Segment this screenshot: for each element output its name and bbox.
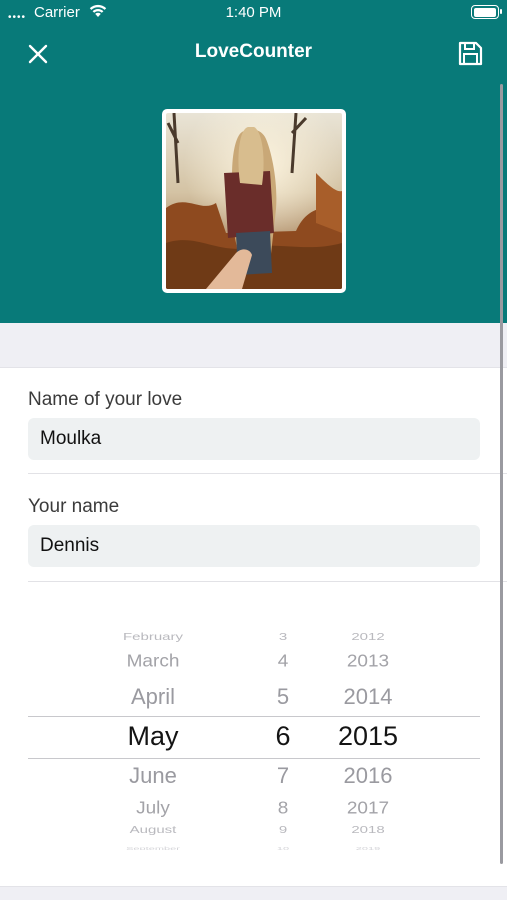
your-name-label: Your name [28, 496, 120, 517]
picker-day[interactable]: 7 [258, 763, 308, 789]
picker-selection-top-line [28, 716, 480, 717]
battery-icon [471, 5, 502, 19]
divider [28, 473, 507, 474]
picker-year[interactable]: 2012 [328, 631, 408, 643]
picker-day[interactable]: 6 [258, 721, 308, 752]
page-title: LoveCounter [194, 41, 313, 62]
picker-year[interactable]: 2018 [328, 824, 408, 836]
divider [28, 581, 507, 582]
picker-month[interactable]: September [28, 846, 278, 850]
status-bar: •••• Carrier 1:40 PM [0, 0, 507, 26]
scroll-indicator[interactable] [500, 84, 503, 864]
picker-month[interactable]: June [28, 763, 278, 789]
picker-month[interactable]: April [28, 684, 278, 710]
picker-month[interactable]: May [28, 721, 278, 752]
picker-day[interactable]: 5 [258, 684, 308, 710]
header: •••• Carrier 1:40 PM LoveCounter [0, 0, 507, 323]
picker-day[interactable]: 8 [258, 799, 308, 819]
picker-year[interactable]: 2013 [328, 652, 408, 672]
picker-year[interactable]: 2014 [328, 684, 408, 710]
love-name-input[interactable] [28, 418, 480, 460]
your-name-input[interactable] [28, 525, 480, 567]
picker-year[interactable]: 2016 [328, 763, 408, 789]
save-button[interactable] [456, 39, 484, 67]
picker-month[interactable]: March [28, 652, 278, 672]
status-time: 1:40 PM [225, 4, 282, 21]
picker-selection-bottom-line [28, 758, 480, 759]
picker-day[interactable]: 3 [258, 631, 308, 643]
picker-day[interactable]: 9 [258, 824, 308, 836]
section-spacer [0, 323, 507, 368]
battery-fill [473, 7, 496, 17]
picker-year[interactable]: 2019 [328, 846, 408, 850]
floppy-disk-icon [458, 41, 483, 66]
picker-month[interactable]: July [28, 799, 278, 819]
love-name-label: Name of your love [28, 389, 183, 410]
picker-year[interactable]: 2011 [328, 616, 408, 617]
picker-day[interactable]: 4 [258, 652, 308, 672]
picker-day[interactable]: 2 [258, 616, 308, 617]
picker-month[interactable]: January [28, 616, 278, 617]
picker-year[interactable]: 2017 [328, 799, 408, 819]
picker-month[interactable]: August [28, 824, 278, 836]
picker-year[interactable]: 2015 [328, 721, 408, 752]
picker-month[interactable]: February [28, 631, 278, 643]
photo-image [166, 113, 342, 289]
picker-day[interactable]: 10 [258, 846, 308, 850]
couple-photo[interactable] [162, 109, 346, 293]
date-picker[interactable]: January2 2011 February3 2012 March4 2013 April… [28, 616, 480, 850]
bottom-spacer [0, 886, 507, 900]
